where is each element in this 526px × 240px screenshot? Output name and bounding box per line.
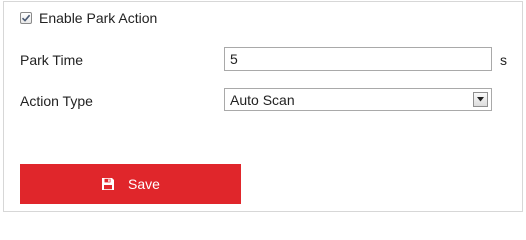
save-button[interactable]: Save [20,164,241,204]
save-button-label: Save [128,176,160,192]
action-type-select[interactable]: Auto Scan [224,88,492,111]
park-time-unit: s [500,52,507,68]
park-time-input[interactable] [224,47,492,71]
park-time-label: Park Time [20,52,84,68]
floppy-disk-icon [101,177,115,191]
enable-park-action-row[interactable]: Enable Park Action [20,9,157,27]
action-type-label: Action Type [20,93,93,109]
enable-park-action-label: Enable Park Action [39,10,158,26]
action-type-selected-value: Auto Scan [230,91,295,108]
check-icon [21,14,31,22]
enable-park-action-checkbox[interactable] [20,12,32,24]
dropdown-arrow-icon[interactable] [473,92,488,107]
park-action-panel: Enable Park Action Park Time s Action Ty… [3,1,523,212]
